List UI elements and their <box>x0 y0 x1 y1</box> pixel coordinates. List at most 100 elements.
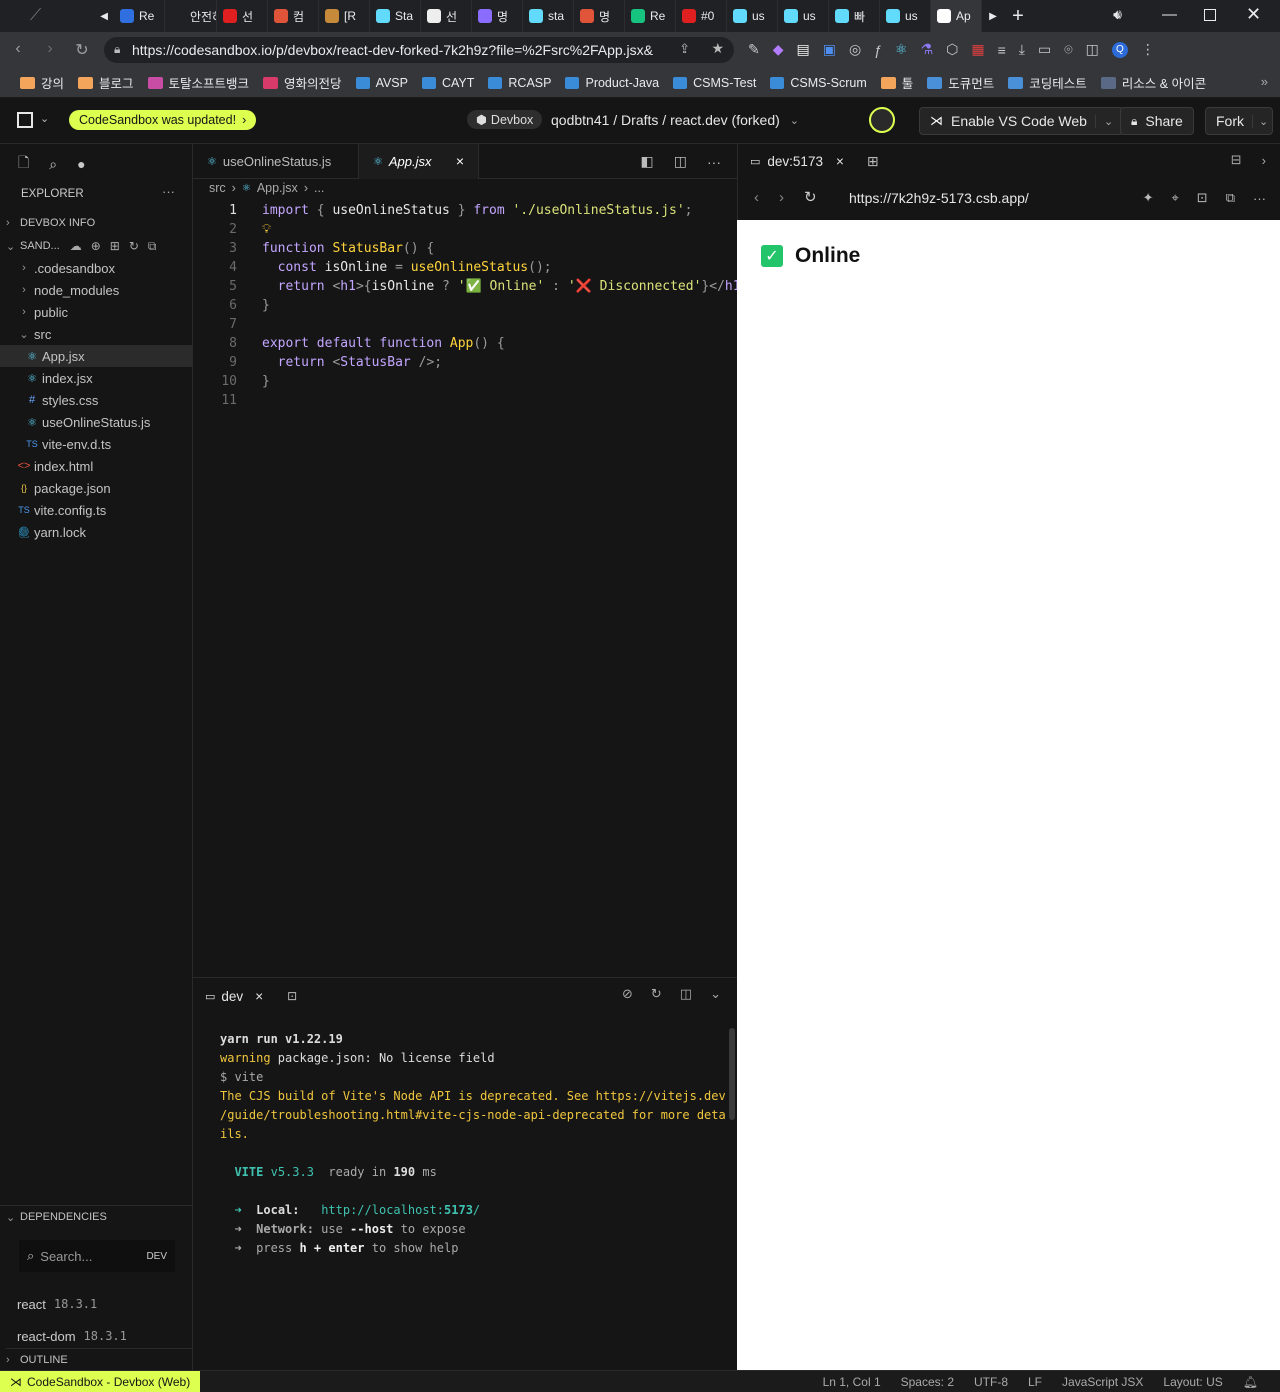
open-new-window-icon[interactable]: ⧉ <box>1226 190 1235 206</box>
search-icon[interactable]: ⌕ <box>49 156 57 173</box>
back-icon[interactable]: ‹ <box>8 40 28 58</box>
translate-extension-icon[interactable]: ▣ <box>823 41 836 58</box>
note-extension-icon[interactable]: ▤ <box>797 41 810 58</box>
dependency-item[interactable]: react 18.3.1 <box>17 1288 127 1320</box>
tab-useonlinestatus[interactable]: ⚛ useOnlineStatus.js <box>193 143 359 179</box>
circle-extension-icon[interactable]: ◎ <box>849 41 861 58</box>
browser-tab[interactable]: Ap <box>931 0 982 32</box>
language-mode[interactable]: JavaScript JSX <box>1062 1375 1143 1389</box>
breadcrumb-file[interactable]: App.jsx <box>257 181 298 195</box>
explorer-more-icon[interactable]: ··· <box>162 184 175 199</box>
side-panel-icon[interactable]: ◫ <box>1086 41 1099 58</box>
search-dev-tag[interactable]: DEV <box>146 1251 167 1262</box>
preview-reload-icon[interactable]: ↻ <box>804 188 817 206</box>
profile-avatar[interactable]: Q <box>1111 41 1128 58</box>
fork-button[interactable]: Fork ⌄ <box>1205 107 1274 135</box>
console-icon[interactable]: ⊡ <box>1197 190 1208 206</box>
file-tree-item[interactable]: › public <box>0 301 192 323</box>
file-tree-item[interactable]: ⚛ App.jsx <box>0 345 192 367</box>
file-tree-item[interactable]: › node_modules <box>0 279 192 301</box>
split-terminal-icon[interactable]: ◫ <box>680 986 692 1002</box>
cursor-position[interactable]: Ln 1, Col 1 <box>823 1375 881 1389</box>
tab-scroll-left-icon[interactable]: ◀ <box>72 0 114 32</box>
more-bookmarks-icon[interactable]: » <box>1261 74 1268 89</box>
codesandbox-menu-icon[interactable] <box>17 112 33 128</box>
font-extension-icon[interactable]: ƒ <box>874 42 882 58</box>
browser-tab[interactable]: 선 <box>421 0 472 32</box>
encoding[interactable]: UTF-8 <box>974 1375 1008 1389</box>
flask-extension-icon[interactable]: ⚗ <box>921 41 934 58</box>
file-tree-item[interactable]: ⚛ index.jsx <box>0 367 192 389</box>
share-page-icon[interactable]: ⇪ <box>679 41 690 57</box>
browser-tab[interactable]: us <box>778 0 829 32</box>
browser-tab[interactable]: Re <box>625 0 676 32</box>
browser-tab[interactable]: [R <box>319 0 370 32</box>
file-icon[interactable]: 🗋 <box>18 152 29 176</box>
file-tree-item[interactable]: ⌄ src <box>0 323 192 345</box>
close-preview-icon[interactable]: × <box>836 154 844 169</box>
puzzle-extension-icon[interactable]: ⬡ <box>946 41 958 58</box>
vscode-dropdown-icon[interactable]: ⌄ <box>1094 114 1113 128</box>
breadcrumb[interactable]: qodbtn41 / Drafts / react.dev (forked) ⌄ <box>551 112 799 128</box>
preview-forward-icon[interactable]: › <box>779 189 784 206</box>
sandbox-actions[interactable]: ☁⊕⊞↻⧉ <box>70 239 166 254</box>
bookmark-item[interactable]: 토탈소프트뱅크 <box>147 73 249 92</box>
tab-app-jsx[interactable]: ⚛ App.jsx × <box>359 143 479 179</box>
outline-section[interactable]: › OUTLINE <box>6 1348 192 1370</box>
bookmark-item[interactable]: CSMS-Test <box>673 76 756 90</box>
browser-menu-icon[interactable]: ⋮ <box>1141 41 1155 58</box>
download-icon[interactable]: ⤓ <box>1019 41 1025 58</box>
browser-tab[interactable]: #0 <box>676 0 727 32</box>
cast-icon[interactable]: ▭ <box>1038 41 1051 58</box>
terminal-tab-dev[interactable]: ▭ dev × <box>205 989 263 1004</box>
fork-dropdown-icon[interactable]: ⌄ <box>1252 114 1268 128</box>
preview-url[interactable]: https://7k2h9z-5173.csb.app/ <box>849 190 1029 206</box>
bookmark-item[interactable]: 코딩테스트 <box>1008 73 1087 92</box>
browser-tab[interactable]: us <box>727 0 778 32</box>
bookmark-item[interactable]: RCASP <box>488 76 551 90</box>
collapse-panel-icon[interactable]: ⌄ <box>710 986 721 1002</box>
browser-tab[interactable]: 안전하 <box>165 0 217 32</box>
ai-sparkle-icon[interactable]: ✦ <box>1143 190 1154 206</box>
uk-flag-extension-icon[interactable]: ▦ <box>971 41 984 58</box>
layout-icon[interactable]: ⊟ <box>1231 152 1242 168</box>
preview-back-icon[interactable]: ‹ <box>754 189 759 206</box>
updated-pill[interactable]: CodeSandbox was updated! › <box>69 110 257 130</box>
file-tree-item[interactable]: TS vite.config.ts <box>0 499 192 521</box>
devbox-info-section[interactable]: › DEVBOX INFO <box>6 212 95 234</box>
remote-indicator[interactable]: ⋊ CodeSandbox - Devbox (Web) <box>0 1371 201 1392</box>
maximize-icon[interactable] <box>1204 9 1216 21</box>
browser-tab[interactable]: sta <box>523 0 574 32</box>
close-tab-icon[interactable]: × <box>456 153 464 169</box>
browser-tab[interactable]: 빠 <box>829 0 880 32</box>
browser-tab[interactable]: 명 <box>574 0 625 32</box>
reload-icon[interactable]: ↻ <box>72 40 92 60</box>
file-tree-item[interactable]: ⚛ useOnlineStatus.js <box>0 411 192 433</box>
file-tree-item[interactable]: 🧶︎ yarn.lock <box>0 521 192 543</box>
purple-extension-icon[interactable]: ◆ <box>773 41 784 58</box>
bookmark-item[interactable]: 강의 <box>20 73 64 92</box>
reading-list-icon[interactable]: ≡ <box>998 42 1006 58</box>
file-tree-item[interactable]: TS vite-env.d.ts <box>0 433 192 455</box>
editor-more-icon[interactable]: ··· <box>707 154 721 170</box>
toggle-preview-icon[interactable]: ◧ <box>641 153 654 170</box>
bookmark-item[interactable]: Product-Java <box>565 76 659 90</box>
file-tree-item[interactable]: {} package.json <box>0 477 192 499</box>
preview-tab[interactable]: ▭ dev:5173 × ⊞ <box>738 144 1280 178</box>
add-preview-icon[interactable]: ⊞ <box>867 153 879 170</box>
indentation[interactable]: Spaces: 2 <box>901 1375 954 1389</box>
eyedropper-extension-icon[interactable]: ✎ <box>748 41 760 58</box>
file-tree-item[interactable]: <> index.html <box>0 455 192 477</box>
github-icon[interactable]: ● <box>77 156 85 172</box>
browser-tab[interactable]: Re <box>114 0 165 32</box>
bookmark-item[interactable]: CAYT <box>421 76 474 90</box>
tab-search-icon[interactable] <box>1129 7 1130 8</box>
url-field[interactable]: 🔒︎ https://codesandbox.io/p/devbox/react… <box>104 37 734 63</box>
close-window-icon[interactable]: ✕ <box>1246 4 1261 25</box>
line-ending[interactable]: LF <box>1028 1375 1042 1389</box>
enable-vscode-button[interactable]: ⋊ Enable VS Code Web ⌄ <box>919 107 1125 135</box>
clear-terminal-icon[interactable]: ⊘ <box>622 986 633 1002</box>
bookmark-item[interactable]: CSMS-Scrum <box>770 76 867 90</box>
bookmark-item[interactable]: 리소스 & 아이콘 <box>1100 73 1206 92</box>
close-terminal-icon[interactable]: × <box>255 989 263 1004</box>
